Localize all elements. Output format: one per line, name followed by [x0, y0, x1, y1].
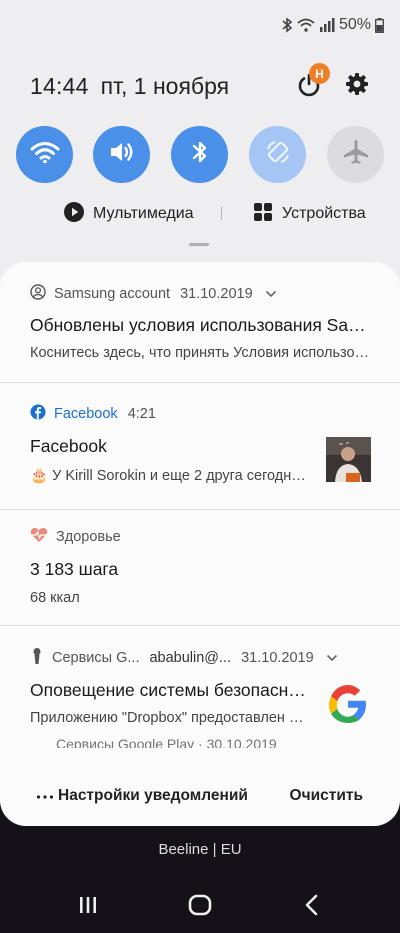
notification-header: Сервисы G... ababulin@... 31.10.2019: [30, 648, 338, 668]
airplane-toggle[interactable]: [327, 126, 384, 183]
notification-card: Samsung account 31.10.2019 Обновлены усл…: [0, 262, 400, 826]
card-footer: Настройки уведомлений Очистить: [0, 777, 400, 817]
clear-button[interactable]: Очистить: [290, 787, 363, 805]
devices-button[interactable]: Устройства: [253, 202, 366, 226]
auto-rotate-toggle[interactable]: [249, 126, 306, 183]
google-logo-icon: [325, 681, 371, 727]
scroll-fade: [0, 748, 400, 770]
date: пт, 1 ноября: [100, 72, 230, 99]
notification-thumbnail: [326, 437, 371, 482]
devices-label: Устройства: [282, 205, 366, 222]
notification-settings-label: Настройки уведомлений: [58, 787, 248, 804]
auto-rotate-icon: [263, 137, 293, 172]
notification-text: 🎂 У Kirill Sorokin и еще 2 друга сегодня…: [30, 468, 310, 484]
notification-text: Коснитесь здесь, что принять Условия исп…: [30, 345, 370, 361]
notification-time: 31.10.2019: [180, 286, 253, 302]
battery-percent: 50%: [338, 16, 371, 33]
sound-icon: [108, 140, 136, 169]
notification-app-name: Сервисы G...: [52, 650, 140, 666]
account-icon: [30, 284, 46, 304]
notification-settings-button[interactable]: Настройки уведомлений: [36, 787, 248, 805]
notification-health[interactable]: Здоровье 3 183 шага 68 ккал: [0, 510, 400, 625]
battery-icon: [375, 17, 384, 33]
wifi-status-icon: [297, 18, 315, 32]
signal-icon: [319, 18, 335, 32]
notification-account: ababulin@...: [149, 650, 232, 666]
notification-panel: 50% 14:44 пт, 1 ноября H Мультимедиа Уст…: [0, 0, 400, 826]
back-chevron-icon: [304, 894, 320, 921]
bluetooth-status-icon: [281, 17, 293, 33]
home-button[interactable]: [180, 892, 220, 922]
settings-gear-icon[interactable]: [345, 72, 369, 96]
notification-samsung-account[interactable]: Samsung account 31.10.2019 Обновлены усл…: [0, 262, 400, 382]
home-icon: [188, 894, 212, 921]
recent-apps-button[interactable]: [68, 892, 108, 922]
notification-app-name: Здоровье: [56, 529, 121, 545]
wifi-icon: [30, 140, 60, 169]
devices-grid-icon: [253, 202, 273, 227]
status-bar: 50%: [281, 14, 384, 36]
media-divider: [221, 206, 222, 220]
notification-title: Оповещение системы безопасности: [30, 680, 310, 700]
notification-header: Samsung account 31.10.2019: [30, 284, 277, 304]
notification-app-name: Facebook: [54, 406, 118, 422]
carrier-label: Beeline | EU: [158, 841, 242, 858]
notification-text: Приложению "Dropbox" предоставлен доступ: [30, 710, 310, 726]
play-icon: [64, 201, 84, 227]
media-label: Мультимедиа: [93, 205, 194, 222]
health-heart-icon: [30, 527, 48, 547]
notification-app-name: Samsung account: [54, 286, 171, 302]
notification-time: 4:21: [127, 406, 156, 422]
media-button[interactable]: Мультимедиа: [64, 201, 194, 227]
navigation-bar: [0, 886, 400, 926]
notification-title: Facebook: [30, 436, 107, 456]
panel-header: 14:44 пт, 1 ноября: [30, 70, 229, 102]
chevron-down-icon[interactable]: [265, 286, 277, 302]
notification-header: Здоровье: [30, 527, 121, 547]
notification-title: 3 183 шага: [30, 559, 119, 579]
airplane-icon: [342, 138, 370, 171]
back-button[interactable]: [292, 892, 332, 922]
sound-toggle[interactable]: [93, 126, 150, 183]
notification-time: 31.10.2019: [241, 650, 314, 666]
notification-google-services[interactable]: Сервисы G... ababulin@... 31.10.2019 Опо…: [0, 626, 400, 748]
recent-apps-icon: [78, 895, 98, 920]
power-badge: H: [309, 63, 330, 84]
drag-handle[interactable]: [189, 243, 209, 246]
clock: 14:44: [30, 72, 89, 99]
more-dots-icon: [36, 787, 54, 805]
wifi-toggle[interactable]: [16, 126, 73, 183]
chevron-down-icon[interactable]: [326, 650, 338, 666]
notification-title: Обновлены условия использования Samsung …: [30, 315, 370, 335]
notification-facebook[interactable]: Facebook 4:21 Facebook 🎂 У Kirill Soroki…: [0, 383, 400, 509]
notification-text: 68 ккал: [30, 590, 80, 606]
notification-header: Facebook 4:21: [30, 404, 156, 424]
bluetooth-icon: [191, 139, 209, 170]
google-services-icon: [30, 647, 44, 669]
facebook-icon: [30, 404, 46, 424]
bluetooth-toggle[interactable]: [171, 126, 228, 183]
